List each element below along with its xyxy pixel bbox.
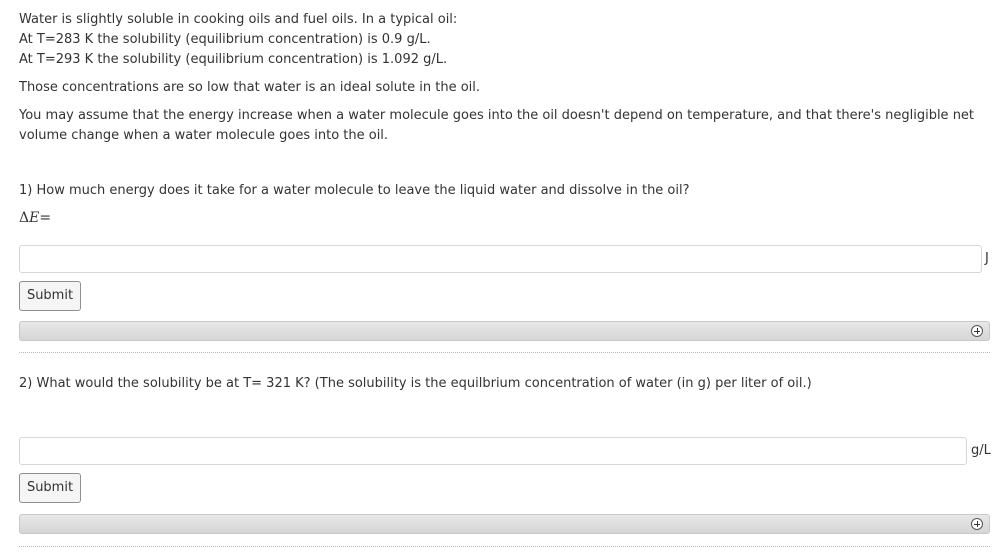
submit-1-button[interactable]: Submit <box>19 281 81 311</box>
intro-line: Water is slightly soluble in cooking oil… <box>19 12 458 27</box>
problem-statement: Water is slightly soluble in cooking oil… <box>19 10 994 146</box>
intro-line: At T=283 K the solubility (equilibrium c… <box>19 32 431 47</box>
question-1-text: 1) How much energy does it take for a wa… <box>19 183 690 198</box>
feedback-1-bar[interactable] <box>19 321 990 341</box>
delta-symbol: Δ <box>19 210 30 226</box>
answer-1-input[interactable] <box>19 245 982 273</box>
intro-line: You may assume that the energy increase … <box>19 108 975 143</box>
intro-line: Those concentrations are so low that wat… <box>19 80 481 95</box>
submit-2-button[interactable]: Submit <box>19 473 81 503</box>
answer-2-unit: g/L <box>971 443 991 458</box>
divider <box>19 352 990 353</box>
delta-e-label: ΔE= <box>19 210 51 226</box>
feedback-2-bar[interactable] <box>19 514 990 534</box>
intro-line: At T=293 K the solubility (equilibrium c… <box>19 52 448 67</box>
answer-2-input[interactable] <box>19 437 967 465</box>
equals-sign: = <box>39 210 52 226</box>
energy-variable: E <box>29 210 40 226</box>
divider <box>19 546 990 547</box>
plus-circle-icon[interactable] <box>971 325 983 337</box>
plus-circle-icon[interactable] <box>971 518 983 530</box>
answer-1-unit: J <box>985 251 989 266</box>
question-2-text: 2) What would the solubility be at T= 32… <box>19 376 812 391</box>
